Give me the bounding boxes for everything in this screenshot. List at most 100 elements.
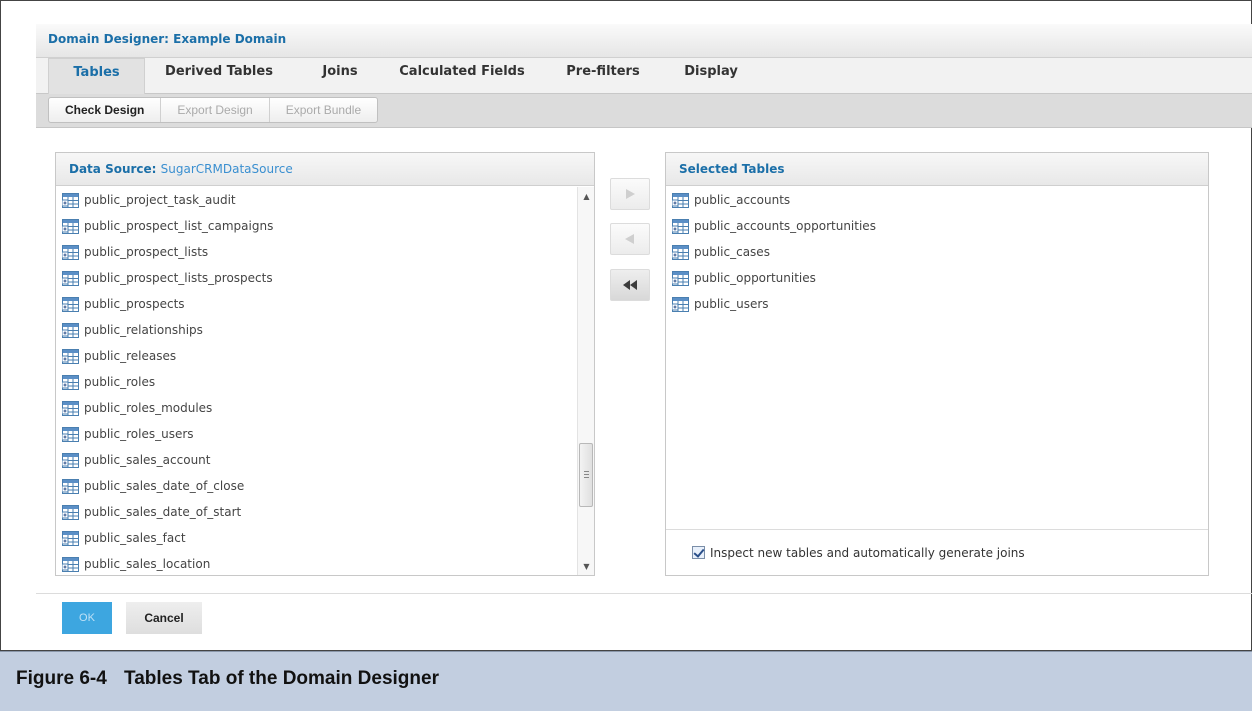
table-icon [62,322,79,338]
table-list-item[interactable]: public_releases [56,343,594,369]
table-name: public_roles_users [84,427,194,441]
tab-display[interactable]: Display [676,58,746,94]
table-list-item[interactable]: public_sales_fact [56,525,594,551]
table-name: public_project_task_audit [84,193,236,207]
table-icon [672,296,689,312]
table-list-item[interactable]: public_accounts_opportunities [666,213,1208,239]
table-icon [672,244,689,260]
cancel-button[interactable]: Cancel [126,602,202,634]
table-list-item[interactable]: public_prospects [56,291,594,317]
table-list-item[interactable]: public_sales_account [56,447,594,473]
table-icon [672,192,689,208]
arrow-left-icon [625,234,634,244]
table-icon [62,244,79,260]
table-list-item[interactable]: public_roles_users [56,421,594,447]
table-name: public_sales_account [84,453,211,467]
selected-tables-panel: Selected Tables public_accounts public_ac… [665,152,1209,576]
table-icon [672,270,689,286]
table-icon [62,270,79,286]
table-name: public_sales_date_of_start [84,505,242,519]
inspect-tables-checkbox[interactable] [692,546,705,559]
table-name: public_prospect_lists_prospects [84,271,273,285]
scroll-up-arrow-icon[interactable]: ▲ [578,189,595,205]
table-list-item[interactable]: public_users [666,291,1208,317]
table-list-item[interactable]: public_accounts [666,187,1208,213]
table-name: public_roles [84,375,156,389]
table-icon [62,426,79,442]
tab-derived-tables[interactable]: Derived Tables [154,58,284,94]
title-bar: Domain Designer: Example Domain [36,24,1252,58]
table-list-item[interactable]: public_sales_date_of_close [56,473,594,499]
tab-joins[interactable]: Joins [312,58,368,94]
inspect-tables-label: Inspect new tables and automatically gen… [710,545,1025,560]
available-tables-scrollbar[interactable]: ▲ ▼ [577,187,594,575]
table-list-item[interactable]: public_cases [666,239,1208,265]
double-arrow-left-icon [623,280,637,290]
table-icon [62,400,79,416]
table-name: public_sales_location [84,557,211,571]
table-icon [62,218,79,234]
move-left-button[interactable] [610,223,650,255]
table-name: public_sales_date_of_close [84,479,245,493]
table-list-item[interactable]: public_opportunities [666,265,1208,291]
table-icon [62,452,79,468]
scrollbar-grip-icon [584,471,589,478]
table-name: public_roles_modules [84,401,213,415]
table-name: public_opportunities [694,271,816,285]
data-source-panel: Data Source: SugarCRMDataSource public_p… [55,152,595,576]
divider [36,593,1252,594]
data-source-header: Data Source: SugarCRMDataSource [56,153,594,186]
table-name: public_prospect_lists [84,245,209,259]
scroll-down-arrow-icon[interactable]: ▼ [578,559,595,575]
export-design-button[interactable]: Export Design [161,98,270,122]
table-icon [62,192,79,208]
table-icon [62,504,79,520]
data-source-label: Data Source: [69,162,157,176]
arrow-right-icon [626,189,635,199]
figure-caption: Figure 6-4 Tables Tab of the Domain Desi… [0,651,1252,711]
table-name: public_users [694,297,769,311]
table-list-item[interactable]: public_prospect_list_campaigns [56,213,594,239]
table-icon [62,530,79,546]
export-bundle-button[interactable]: Export Bundle [270,98,377,122]
table-list-item[interactable]: public_prospect_lists_prospects [56,265,594,291]
table-list-item[interactable]: public_sales_date_of_start [56,499,594,525]
inspect-option: Inspect new tables and automatically gen… [666,529,1208,575]
table-list-item[interactable]: public_roles_modules [56,395,594,421]
move-all-left-button[interactable] [610,269,650,301]
check-design-button[interactable]: Check Design [49,98,162,122]
toolbar-button-group: Check Design Export Design Export Bundle [48,97,379,123]
table-name: public_accounts [694,193,791,207]
ok-button[interactable]: OK [62,602,112,634]
selected-tables-header: Selected Tables [666,153,1208,186]
table-name: public_sales_fact [84,531,186,545]
table-name: public_prospects [84,297,185,311]
table-icon [62,556,79,572]
table-list-item[interactable]: public_project_task_audit [56,187,594,213]
table-list-item[interactable]: public_prospect_lists [56,239,594,265]
figure-number: Figure 6-4 [16,668,107,689]
table-name: public_prospect_list_campaigns [84,219,274,233]
table-list-item[interactable]: public_relationships [56,317,594,343]
available-tables-list: public_project_task_audit public_prospect… [56,187,594,577]
data-source-value: SugarCRMDataSource [160,162,293,176]
tab-pre-filters[interactable]: Pre-filters [558,58,648,94]
tab-bar: Tables Derived Tables Joins Calculated F… [36,58,1252,94]
table-name: public_cases [694,245,770,259]
table-name: public_releases [84,349,177,363]
figure-title: Tables Tab of the Domain Designer [124,668,439,689]
scrollbar-thumb[interactable] [579,443,593,507]
table-list-item[interactable]: public_sales_location [56,551,594,577]
move-right-button[interactable] [610,178,650,210]
table-name: public_relationships [84,323,203,337]
window-title: Domain Designer: Example Domain [48,32,287,46]
selected-tables-list: public_accounts public_accounts_opportuni… [666,187,1208,317]
table-list-item[interactable]: public_roles [56,369,594,395]
table-icon [62,478,79,494]
table-icon [62,374,79,390]
table-icon [62,348,79,364]
tab-calculated-fields[interactable]: Calculated Fields [392,58,532,94]
table-name: public_accounts_opportunities [694,219,876,233]
tab-tables[interactable]: Tables [48,58,145,94]
table-icon [672,218,689,234]
